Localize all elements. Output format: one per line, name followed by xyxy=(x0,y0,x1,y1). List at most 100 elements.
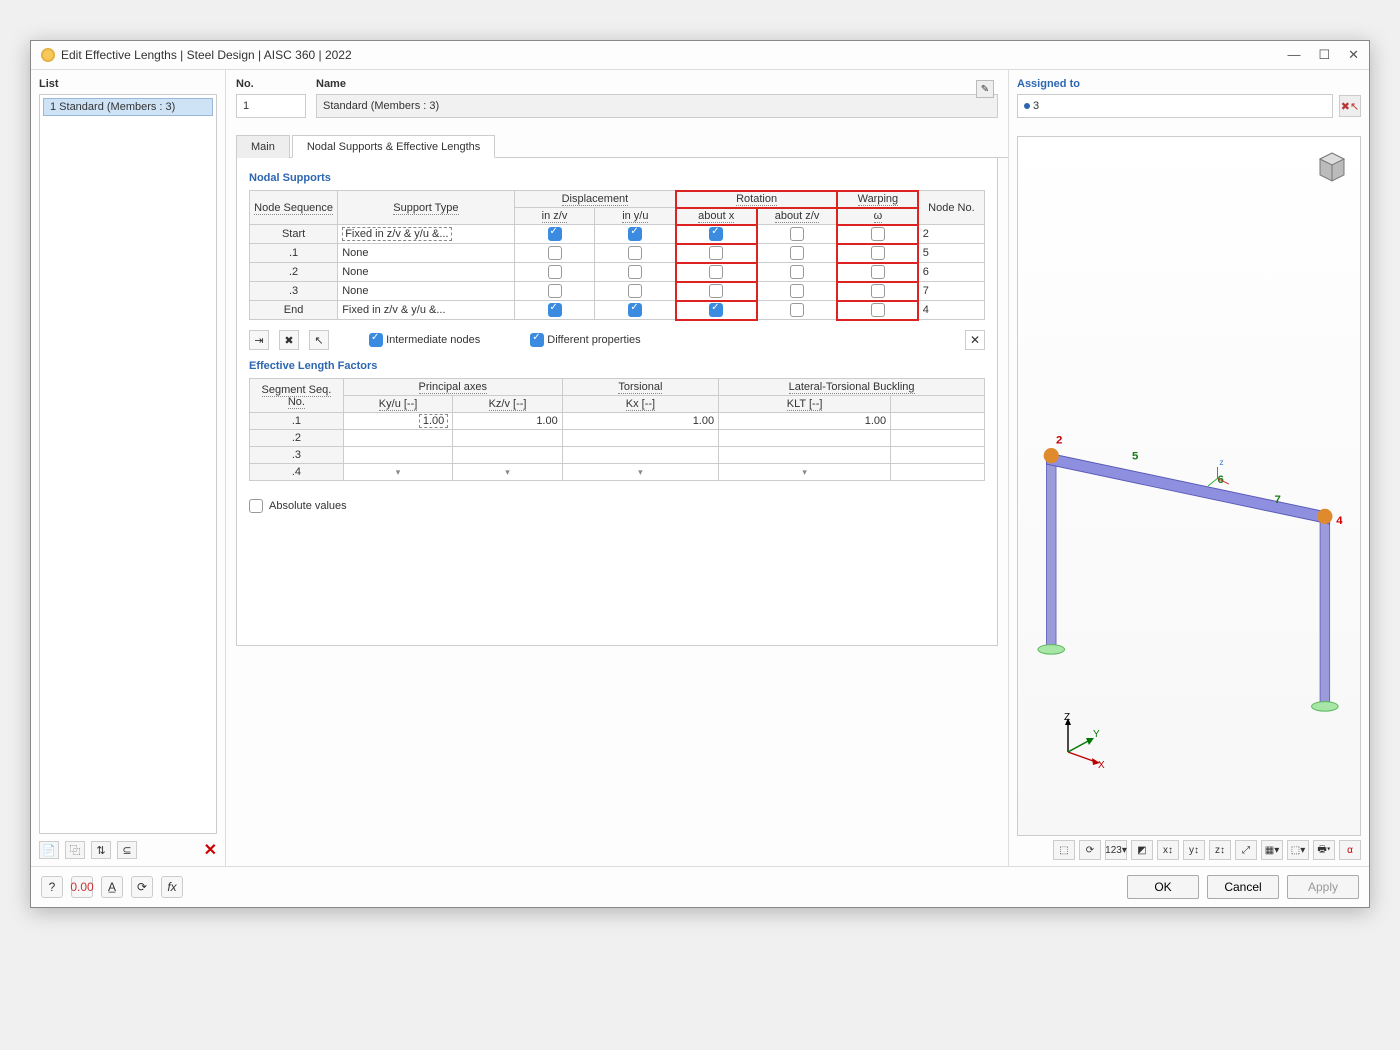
cell-type[interactable]: Fixed in z/v & y/u &... xyxy=(342,227,451,241)
cell-kyu[interactable] xyxy=(343,430,452,447)
chk-yu[interactable] xyxy=(628,284,642,298)
delete-icon[interactable]: ✕ xyxy=(204,840,217,860)
new-icon[interactable]: 📄 xyxy=(39,841,59,859)
cell-kzv[interactable]: ▾ xyxy=(505,467,510,477)
vt-icon-11[interactable]: 🖶▾ xyxy=(1313,840,1335,860)
close-button[interactable]: ✕ xyxy=(1348,47,1359,63)
chk-about-zv[interactable] xyxy=(790,284,804,298)
cell-klt[interactable]: ▾ xyxy=(802,467,807,477)
ok-button[interactable]: OK xyxy=(1127,875,1199,899)
cell-type[interactable]: None xyxy=(338,282,514,301)
apply-button[interactable]: Apply xyxy=(1287,875,1359,899)
vt-icon-4[interactable]: ◩ xyxy=(1131,840,1153,860)
chk-about-zv[interactable] xyxy=(790,227,804,241)
cell-kx[interactable] xyxy=(562,430,718,447)
table-row[interactable]: .2 xyxy=(250,430,985,447)
chk-about-x[interactable] xyxy=(709,246,723,260)
vt-icon-3[interactable]: 123▾ xyxy=(1105,840,1127,860)
cell-klt[interactable]: 1.00 xyxy=(719,413,891,430)
chk-different-properties[interactable] xyxy=(530,333,544,347)
cell-kx[interactable]: ▾ xyxy=(638,467,643,477)
assigned-field[interactable]: 3 xyxy=(1017,94,1333,118)
table-row[interactable]: .1 None 5 xyxy=(250,244,985,263)
cell-kzv[interactable]: 1.00 xyxy=(453,413,562,430)
minimize-button[interactable]: — xyxy=(1287,47,1300,63)
tab-main[interactable]: Main xyxy=(236,135,290,158)
include-icon[interactable]: ⊆ xyxy=(117,841,137,859)
chk-yu[interactable] xyxy=(628,303,642,317)
cell-kzv[interactable] xyxy=(453,447,562,464)
chk-warping[interactable] xyxy=(871,265,885,279)
cell-type[interactable]: None xyxy=(338,244,514,263)
vt-icon-6[interactable]: y↕ xyxy=(1183,840,1205,860)
cell-kx[interactable]: 1.00 xyxy=(562,413,718,430)
units-icon[interactable]: 0.00 xyxy=(71,876,93,898)
refresh-icon[interactable]: ⟳ xyxy=(131,876,153,898)
tab-nodal-supports[interactable]: Nodal Supports & Effective Lengths xyxy=(292,135,495,158)
text-icon[interactable]: A̲ xyxy=(101,876,123,898)
vt-icon-7[interactable]: z↕ xyxy=(1209,840,1231,860)
vt-icon-1[interactable]: ⬚ xyxy=(1053,840,1075,860)
chk-zv[interactable] xyxy=(548,246,562,260)
table-row[interactable]: .1 1.00 1.00 1.00 1.00 xyxy=(250,413,985,430)
chk-about-x[interactable] xyxy=(709,227,723,241)
sort-icon[interactable]: ⇅ xyxy=(91,841,111,859)
vt-icon-10[interactable]: ⬚▾ xyxy=(1287,840,1309,860)
chk-warping[interactable] xyxy=(871,227,885,241)
copy-icon[interactable]: ⿻ xyxy=(65,841,85,859)
list-item[interactable]: 1 Standard (Members : 3) xyxy=(43,98,213,116)
help-icon[interactable]: ? xyxy=(41,876,63,898)
cell-klt[interactable] xyxy=(719,430,891,447)
chk-zv[interactable] xyxy=(548,284,562,298)
cell-klt[interactable] xyxy=(719,447,891,464)
vt-icon-5[interactable]: x↕ xyxy=(1157,840,1179,860)
edit-name-icon[interactable]: ✎ xyxy=(976,80,994,98)
assign-icon[interactable]: ⇥ xyxy=(249,330,269,350)
chk-about-x[interactable] xyxy=(709,284,723,298)
chk-about-zv[interactable] xyxy=(790,265,804,279)
pick-icon[interactable]: ↖ xyxy=(309,330,329,350)
table-row[interactable]: Start Fixed in z/v & y/u &... 2 xyxy=(250,225,985,244)
chk-yu[interactable] xyxy=(628,227,642,241)
chk-zv[interactable] xyxy=(548,265,562,279)
chk-about-x[interactable] xyxy=(709,303,723,317)
chk-yu[interactable] xyxy=(628,265,642,279)
vt-icon-2[interactable]: ⟳ xyxy=(1079,840,1101,860)
cell-kx[interactable] xyxy=(562,447,718,464)
chk-about-zv[interactable] xyxy=(790,303,804,317)
table-row[interactable]: .3 None 7 xyxy=(250,282,985,301)
view-cube-icon[interactable] xyxy=(1312,145,1352,185)
pick-assigned-icon[interactable]: ✖↖ xyxy=(1339,95,1361,117)
vt-icon-8[interactable]: ⤢ xyxy=(1235,840,1257,860)
cell-type[interactable]: None xyxy=(338,263,514,282)
chk-zv[interactable] xyxy=(548,227,562,241)
cell-kyu[interactable] xyxy=(343,447,452,464)
chk-yu[interactable] xyxy=(628,246,642,260)
clear-icon[interactable]: ✖ xyxy=(279,330,299,350)
fx-icon[interactable]: fx xyxy=(161,876,183,898)
chk-warping[interactable] xyxy=(871,284,885,298)
cell-kzv[interactable] xyxy=(453,430,562,447)
chk-intermediate-nodes[interactable] xyxy=(369,333,383,347)
model-viewer[interactable]: 2 5 6 7 4 z xyxy=(1017,136,1361,836)
nodal-supports-table[interactable]: Node Sequence Support Type Displacement … xyxy=(249,190,985,320)
cancel-button[interactable]: Cancel xyxy=(1207,875,1279,899)
no-field[interactable]: 1 xyxy=(236,94,306,118)
cell-type[interactable]: Fixed in z/v & y/u &... xyxy=(338,301,514,320)
list-tree[interactable]: 1 Standard (Members : 3) xyxy=(39,94,217,834)
chk-about-zv[interactable] xyxy=(790,246,804,260)
chk-about-x[interactable] xyxy=(709,265,723,279)
vt-icon-12[interactable]: α xyxy=(1339,840,1361,860)
table-row[interactable]: End Fixed in z/v & y/u &... 4 xyxy=(250,301,985,320)
chk-warping[interactable] xyxy=(871,246,885,260)
table-row[interactable]: .4 ▾ ▾ ▾ ▾ xyxy=(250,464,985,481)
vt-icon-9[interactable]: ▦▾ xyxy=(1261,840,1283,860)
factors-table[interactable]: Segment Seq. No. Principal axes Torsiona… xyxy=(249,378,985,481)
chk-zv[interactable] xyxy=(548,303,562,317)
chk-absolute-values[interactable] xyxy=(249,499,263,513)
maximize-button[interactable]: ☐ xyxy=(1318,47,1330,63)
name-field[interactable]: Standard (Members : 3) xyxy=(316,94,998,118)
table-row[interactable]: .3 xyxy=(250,447,985,464)
cell-kyu[interactable]: ▾ xyxy=(396,467,401,477)
cell-kyu[interactable]: 1.00 xyxy=(419,414,448,428)
